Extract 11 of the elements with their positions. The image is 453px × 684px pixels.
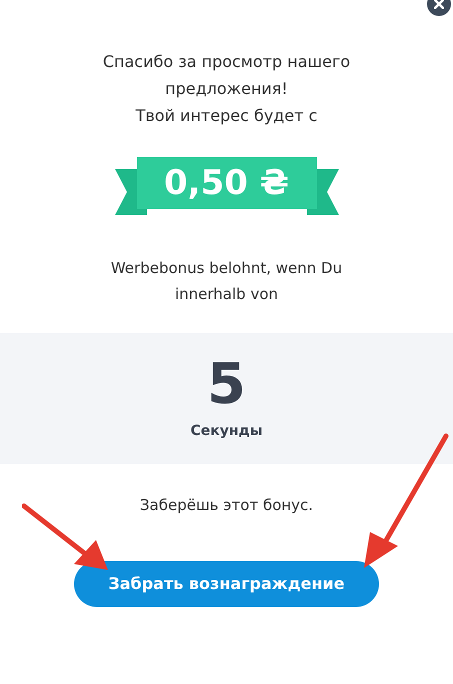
countdown-number: 5 bbox=[207, 353, 246, 417]
claim-button[interactable]: Забрать вознаграждение bbox=[74, 560, 379, 606]
bonus-amount: 0,50 ₴ bbox=[163, 162, 290, 205]
intro-text: Твой интерес будет с bbox=[136, 105, 318, 127]
bonus-condition-text: Werbebonus belohnt, wenn Du bbox=[110, 258, 342, 279]
countdown-unit: Секунды bbox=[190, 422, 263, 441]
close-icon bbox=[434, 0, 444, 9]
intro-text: предложения! bbox=[165, 78, 288, 100]
intro-text: Спасибо за просмотр нашего bbox=[102, 51, 350, 73]
footer-text: Заберёшь этот бонус. bbox=[140, 495, 314, 516]
bonus-condition-text: innerhalb von bbox=[174, 284, 278, 305]
